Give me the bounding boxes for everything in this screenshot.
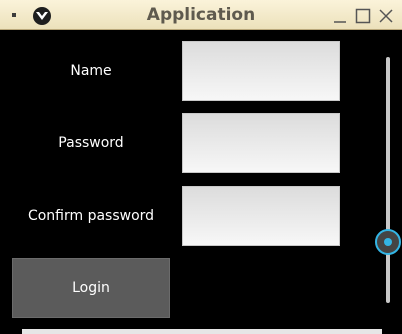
name-label: Name [70,63,112,79]
bottom-edge [22,329,382,334]
minimize-icon[interactable] [332,8,348,24]
name-input[interactable] [182,41,340,101]
close-icon[interactable] [378,8,394,24]
vertical-slider-track[interactable] [386,57,390,303]
confirm-password-input[interactable] [182,186,340,246]
slider-handle[interactable] [375,228,401,255]
slider-handle-dot [384,237,392,246]
password-input[interactable] [182,113,340,173]
title-bar: Application [0,0,402,30]
maximize-icon[interactable] [355,8,371,24]
confirm-password-label: Confirm password [27,208,155,224]
password-label: Password [58,135,124,151]
login-button[interactable]: Login [12,258,170,318]
